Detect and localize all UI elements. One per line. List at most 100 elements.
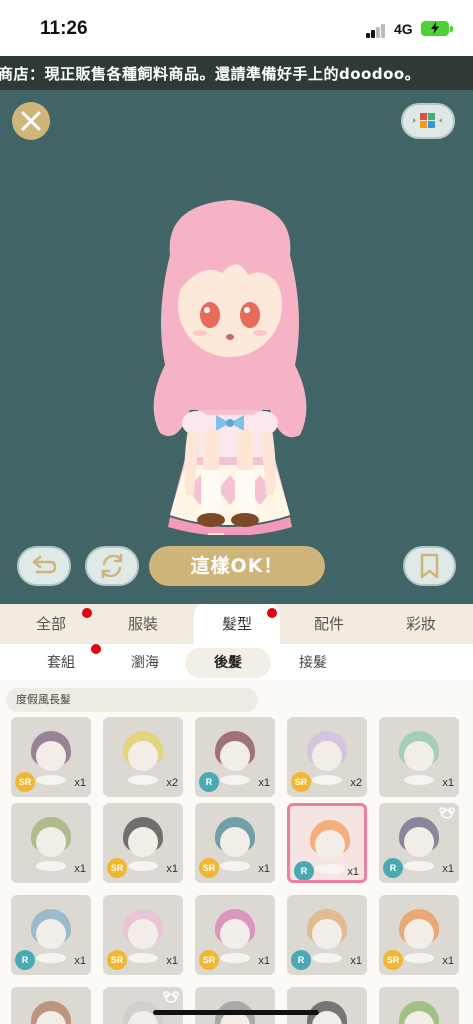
mannequin-stand xyxy=(404,953,434,963)
hair-item[interactable]: SR x1 xyxy=(195,803,275,883)
battery-icon xyxy=(421,21,449,36)
home-indicator[interactable] xyxy=(153,1010,319,1015)
confirm-ok-button[interactable]: 這樣OK！ xyxy=(149,546,325,586)
rarity-badge: SR xyxy=(199,950,219,970)
tab-accessories[interactable]: 配件 xyxy=(286,604,372,644)
randomize-button[interactable] xyxy=(85,546,139,586)
mannequin-stand xyxy=(36,953,66,963)
bookmark-button[interactable] xyxy=(403,546,456,586)
close-button[interactable] xyxy=(12,102,50,140)
bookmark-icon xyxy=(420,553,439,579)
bear-icon xyxy=(439,807,455,819)
tab-makeup[interactable]: 彩妝 xyxy=(378,604,464,644)
hair-item[interactable] xyxy=(103,987,183,1024)
hair-item[interactable]: SR x1 xyxy=(103,803,183,883)
mannequin-head xyxy=(220,827,250,857)
item-grid: 度假風長髮 SR x1 x2 Rx1 SR x2 x1 x1 SR x1 SR x1 Rx1 Rx1 Rx1… xyxy=(0,680,473,1024)
hair-item[interactable]: Rx1 xyxy=(11,895,91,975)
item-count: x1 xyxy=(442,777,454,789)
item-count: x1 xyxy=(166,955,178,967)
mannequin-head xyxy=(128,827,158,857)
hair-item[interactable]: Rx1 xyxy=(287,803,367,883)
tab-clothing[interactable]: 服裝 xyxy=(100,604,186,644)
item-count: x1 xyxy=(258,863,270,875)
item-count: x1 xyxy=(258,777,270,789)
hair-item[interactable]: SR x2 xyxy=(287,717,367,797)
hair-item[interactable]: Rx1 xyxy=(195,717,275,797)
hair-item[interactable]: Rx1 xyxy=(287,895,367,975)
mannequin-head xyxy=(128,919,158,949)
undo-icon xyxy=(32,555,57,574)
item-count: x1 xyxy=(74,863,86,875)
rarity-badge: R xyxy=(291,950,311,970)
rarity-badge: SR xyxy=(291,772,311,792)
color-palette-button[interactable] xyxy=(401,103,455,139)
rarity-badge: SR xyxy=(107,858,127,878)
item-count: x1 xyxy=(442,955,454,967)
section-label: 度假風長髮 xyxy=(6,688,258,712)
mannequin-stand xyxy=(128,775,158,785)
category-tabs: 全部 服裝 髮型 配件 彩妝 xyxy=(0,604,473,644)
item-count: x2 xyxy=(350,777,362,789)
mannequin-stand xyxy=(312,953,342,963)
undo-button[interactable] xyxy=(17,546,71,586)
hair-item[interactable]: x2 xyxy=(103,717,183,797)
item-count: x1 xyxy=(74,955,86,967)
hair-item[interactable]: Rx1 xyxy=(379,803,459,883)
announcement-marquee: 商店：現正販售各種飼料商品。還請準備好手上的doodoo。 xyxy=(0,56,473,90)
hair-item[interactable] xyxy=(195,987,275,1024)
mannequin-head xyxy=(36,741,66,771)
item-count: x1 xyxy=(442,863,454,875)
mannequin-head xyxy=(312,741,342,771)
mannequin-stand xyxy=(36,861,66,871)
mannequin-head xyxy=(404,827,434,857)
signal-icon xyxy=(366,24,388,38)
mannequin-head xyxy=(36,919,66,949)
hair-item[interactable] xyxy=(287,987,367,1024)
refresh-icon xyxy=(101,553,123,579)
notification-dot xyxy=(267,608,277,618)
hair-item[interactable]: x1 xyxy=(379,717,459,797)
hair-item[interactable]: SR x1 xyxy=(11,717,91,797)
notification-dot xyxy=(82,608,92,618)
hair-item[interactable]: x1 xyxy=(11,803,91,883)
network-label: 4G xyxy=(394,21,413,37)
mannequin-head xyxy=(220,741,250,771)
subtab-bangs[interactable]: 瀏海 xyxy=(100,648,190,678)
mannequin-head xyxy=(315,830,345,860)
mannequin-stand xyxy=(220,953,250,963)
subcategory-tabs: 套組 瀏海 後髮 接髮 xyxy=(0,644,473,680)
mannequin-stand xyxy=(128,861,158,871)
rarity-badge: SR xyxy=(199,858,219,878)
hair-item[interactable] xyxy=(379,987,459,1024)
item-count: x1 xyxy=(74,777,86,789)
hair-item[interactable]: SR x1 xyxy=(103,895,183,975)
item-count: x2 xyxy=(166,777,178,789)
avatar-legs xyxy=(197,430,259,527)
subtab-hair-extension[interactable]: 接髮 xyxy=(268,648,358,678)
mannequin-stand xyxy=(220,775,250,785)
item-count: x1 xyxy=(258,955,270,967)
marquee-text: 商店：現正販售各種飼料商品。還請準備好手上的doodoo。 xyxy=(0,65,421,83)
mannequin-head xyxy=(404,919,434,949)
mannequin-head xyxy=(36,827,66,857)
rarity-badge: R xyxy=(199,772,219,792)
mannequin-stand xyxy=(128,953,158,963)
mannequin-head xyxy=(220,919,250,949)
rarity-badge: R xyxy=(383,858,403,878)
mannequin-stand xyxy=(220,861,250,871)
hair-item[interactable]: SR x1 xyxy=(195,895,275,975)
battery-tip xyxy=(450,26,453,32)
close-icon xyxy=(21,111,41,131)
mannequin-head xyxy=(312,919,342,949)
bear-icon xyxy=(163,991,179,1003)
mannequin-stand xyxy=(404,775,434,785)
hair-item[interactable]: SR x1 xyxy=(379,895,459,975)
avatar-stage: 這樣OK！ xyxy=(0,90,473,604)
subtab-back-hair[interactable]: 後髮 xyxy=(185,648,271,678)
hair-item[interactable] xyxy=(11,987,91,1024)
mannequin-stand xyxy=(36,775,66,785)
tab-all[interactable]: 全部 xyxy=(8,604,94,644)
mannequin-stand xyxy=(312,775,342,785)
rarity-badge: SR xyxy=(107,950,127,970)
